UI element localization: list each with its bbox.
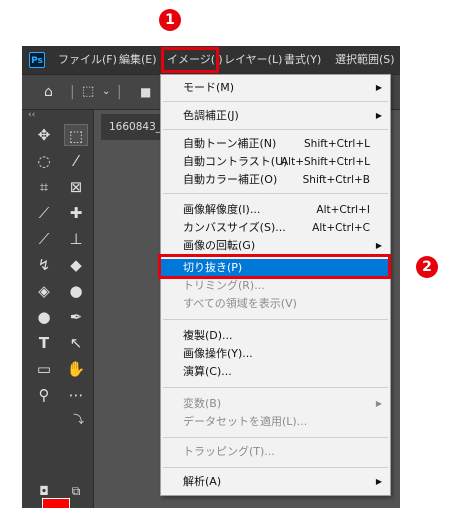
lasso-tool-icon[interactable]: ◌ (32, 150, 56, 172)
menu-item-auto-tone[interactable]: 自動トーン補正(N) Shift+Ctrl+L (161, 135, 390, 153)
screen-mode-icon[interactable]: ⧉ (64, 480, 88, 502)
rect-marquee-tool-icon[interactable]: ⬚ (64, 124, 88, 146)
menu-item-canvas-size[interactable]: カンバスサイズ(S)... Alt+Ctrl+C (161, 219, 390, 237)
menu-item-trim[interactable]: トリミング(R)... (161, 277, 390, 295)
path-select-tool-icon[interactable]: ↖ (64, 332, 88, 354)
menu-separator (163, 101, 388, 102)
divider: | (70, 84, 75, 100)
menu-item-image-rotation[interactable]: 画像の回転(G) ▶ (161, 237, 390, 255)
move-tool-icon[interactable]: ✥ (32, 124, 56, 146)
menu-separator (163, 193, 388, 194)
rectangle-tool-icon[interactable]: ▭ (32, 358, 56, 380)
submenu-arrow-icon: ▶ (375, 241, 382, 250)
history-brush-tool-icon[interactable]: ↯ (32, 254, 56, 276)
menu-select[interactable]: 選択範囲(S) (335, 46, 395, 74)
menu-separator (163, 437, 388, 438)
menu-type[interactable]: 書式(Y) (284, 46, 321, 74)
type-tool-icon[interactable]: T (32, 332, 56, 354)
tools-panel: ‹‹ ✥ ⬚ ◌ ⁄ ⌗ ⊠ ⟋ ✚ ⟋ ⊥ ↯ ◆ ◈ ● ● ✒ T ↖ ▭… (22, 110, 94, 508)
eyedropper-tool-icon[interactable]: ⟋ (32, 202, 56, 224)
more-tools-icon[interactable]: ⋯ (64, 384, 88, 406)
submenu-arrow-icon: ▶ (375, 83, 382, 92)
menu-separator (163, 129, 388, 130)
image-menu-dropdown: モード(M) ▶ 色調補正(J) ▶ 自動トーン補正(N) Shift+Ctrl+L … (160, 74, 391, 496)
square-icon[interactable]: ■ (140, 75, 151, 109)
hand-tool-icon[interactable]: ✋ (64, 358, 88, 380)
blur-tool-icon[interactable]: ● (64, 280, 88, 302)
menu-item-duplicate[interactable]: 複製(D)... (161, 327, 390, 345)
submenu-arrow-icon: ▶ (375, 111, 382, 120)
ps-logo-icon: Ps (29, 52, 45, 68)
menu-separator (163, 467, 388, 468)
pen-tool-icon[interactable]: ✒ (64, 306, 88, 328)
stamp-tool-icon[interactable]: ⊥ (64, 228, 88, 250)
quick-mask-icon[interactable]: ◘ (32, 480, 56, 502)
divider: | (117, 84, 122, 100)
magic-wand-tool-icon[interactable]: ⁄ (64, 150, 88, 172)
menu-edit[interactable]: 編集(E) (119, 46, 157, 74)
menu-item-reveal-all[interactable]: すべての領域を表示(V) (161, 295, 390, 313)
submenu-arrow-icon: ▶ (375, 477, 382, 486)
brush-tool-icon[interactable]: ⟋ (32, 228, 56, 250)
home-icon[interactable]: ⌂ (44, 75, 53, 109)
menu-separator (163, 319, 388, 320)
dodge-tool-icon[interactable]: ● (32, 306, 56, 328)
step-marker-2: 2 (416, 256, 438, 278)
crop-tool-icon[interactable]: ⌗ (32, 176, 56, 198)
spot-healing-tool-icon[interactable]: ✚ (64, 202, 88, 224)
paint-bucket-tool-icon[interactable]: ◈ (32, 280, 56, 302)
zoom-tool-icon[interactable]: ⚲ (32, 384, 56, 406)
menu-item-apply-data-set[interactable]: データセットを適用(L)... (161, 413, 390, 431)
collapse-icon[interactable]: ‹‹ (28, 110, 35, 120)
menu-item-adjustments[interactable]: 色調補正(J) ▶ (161, 107, 390, 125)
submenu-arrow-icon: ▶ (375, 399, 382, 408)
menu-file[interactable]: ファイル(F) (58, 46, 117, 74)
menu-item-auto-contrast[interactable]: 自動コントラスト(U) Alt+Shift+Ctrl+L (161, 153, 390, 171)
swap-colors-icon[interactable]: ⤵ (73, 411, 84, 427)
marquee-icon[interactable]: ⬚ (82, 75, 94, 109)
frame-tool-icon[interactable]: ⊠ (64, 176, 88, 198)
menu-item-apply-image[interactable]: 画像操作(Y)... (161, 345, 390, 363)
eraser-tool-icon[interactable]: ◆ (64, 254, 88, 276)
menu-item-mode[interactable]: モード(M) ▶ (161, 79, 390, 97)
chevron-down-icon[interactable]: ⌄ (102, 75, 110, 109)
menu-item-trap[interactable]: トラッピング(T)... (161, 443, 390, 461)
menu-item-image-size[interactable]: 画像解像度(I)... Alt+Ctrl+I (161, 201, 390, 219)
menu-item-analysis[interactable]: 解析(A) ▶ (161, 473, 390, 491)
step-marker-1: 1 (159, 9, 181, 31)
menu-item-calculations[interactable]: 演算(C)... (161, 363, 390, 381)
image-menu-highlight-box (161, 47, 219, 73)
document-tab[interactable]: 1660843_ (101, 114, 169, 140)
crop-item-highlight-box (158, 254, 391, 279)
menu-layer[interactable]: レイヤー(L) (224, 46, 282, 74)
menu-separator (163, 387, 388, 388)
menu-item-auto-color[interactable]: 自動カラー補正(O) Shift+Ctrl+B (161, 171, 390, 189)
menu-item-variables[interactable]: 変数(B) ▶ (161, 395, 390, 413)
